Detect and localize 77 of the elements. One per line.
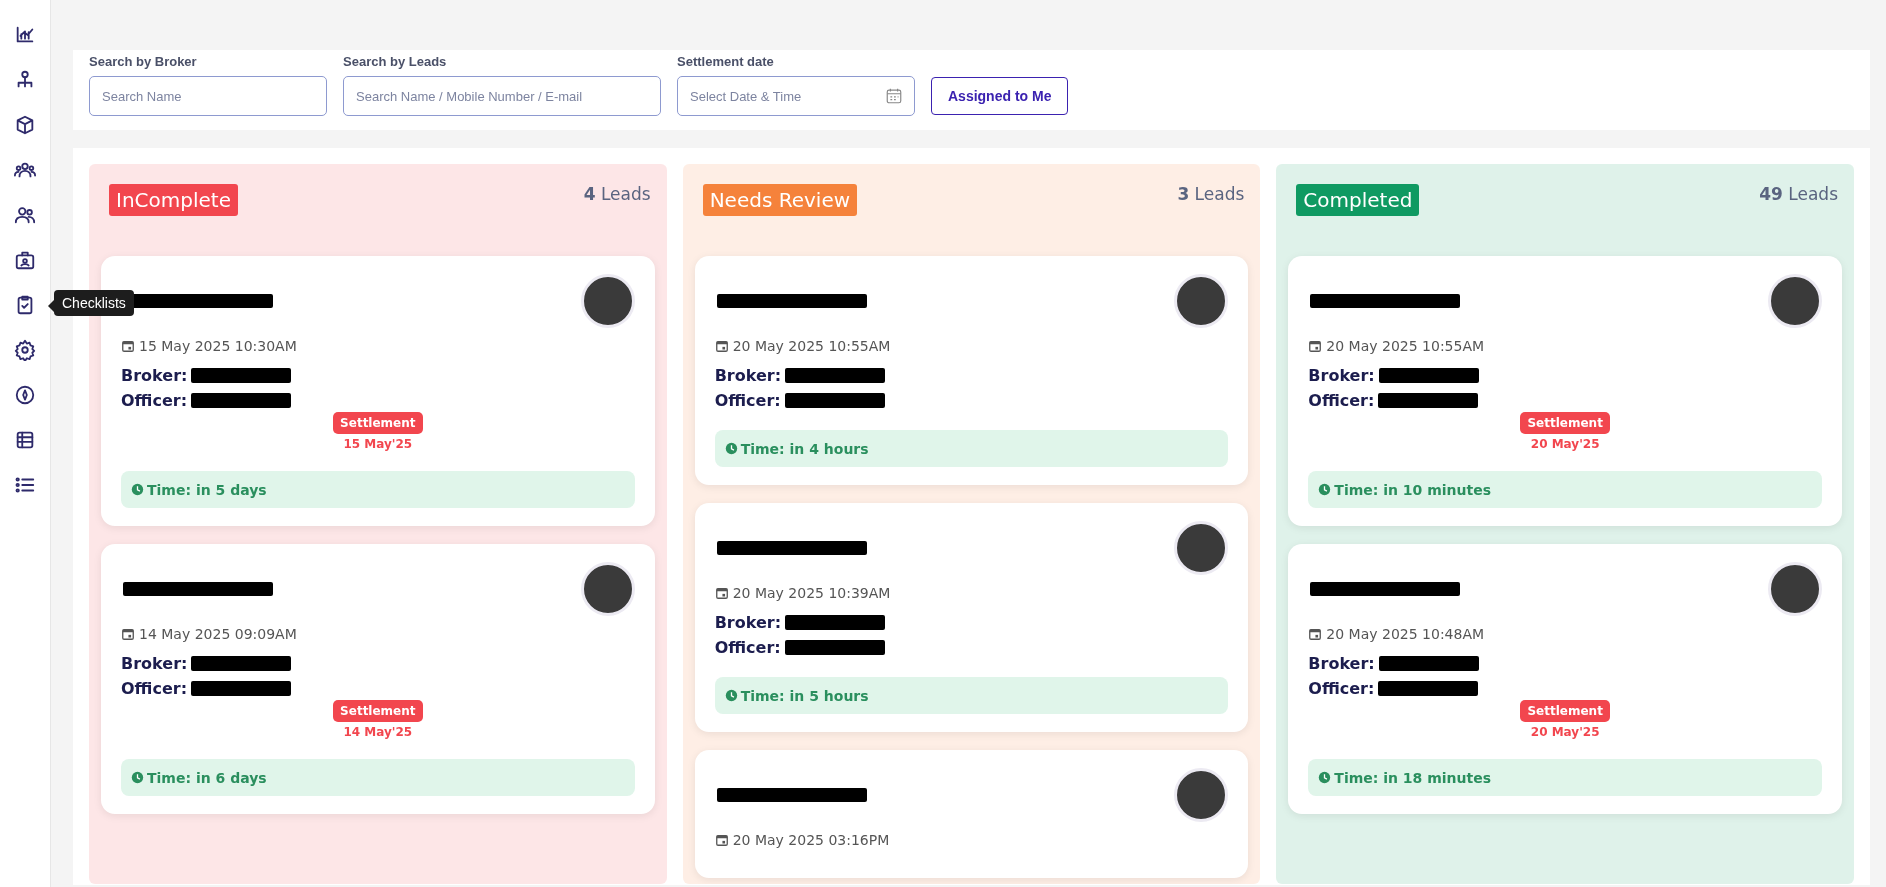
broker-label: Broker: — [121, 654, 188, 673]
settlement-date: 14 May'25 — [343, 725, 413, 739]
calendar-icon — [1308, 339, 1323, 353]
lead-card[interactable]: 20 May 2025 10:55AM Broker: Officer: Time: in 4 hours — [694, 256, 1249, 485]
broker-label: Broker: — [1308, 366, 1375, 385]
lead-card[interactable]: 20 May 2025 10:48AM Broker: Officer: Settlement 20 May'25 Time: in 18 minutes — [1288, 544, 1842, 814]
lead-date: 20 May 2025 10:48AM — [1326, 626, 1485, 642]
calendar-icon — [1308, 627, 1323, 641]
tooltip-pointer-icon — [48, 300, 54, 312]
lead-count: 49 Leads — [1759, 184, 1838, 204]
clock-icon — [131, 483, 144, 496]
search-field[interactable]: Search Name / Mobile Number / E-mail — [343, 76, 661, 116]
avatar — [1768, 274, 1822, 328]
clock-icon — [724, 442, 738, 455]
calendar-icon — [121, 339, 135, 353]
field-label: Search by Broker — [89, 54, 198, 69]
officer-label: Officer: — [714, 638, 781, 657]
lead-count: 3 Leads — [1177, 184, 1245, 204]
lead-date: 20 May 2025 10:55AM — [732, 338, 891, 354]
broker-label: Broker: — [714, 366, 782, 385]
lead-date: 20 May 2025 10:39AM — [732, 585, 891, 601]
status-label: Needs Review — [702, 184, 858, 216]
time-remaining: Time: in 4 hours — [740, 440, 869, 457]
lead-date: 20 May 2025 03:16PM — [732, 832, 890, 848]
settlement-date: 20 May'25 — [1530, 437, 1600, 451]
status-label: InComplete — [109, 184, 238, 216]
search-field[interactable]: Search Name — [89, 76, 327, 116]
lead-card[interactable]: 20 May 2025 10:39AM Broker: Officer: Time: in 5 hours — [694, 503, 1249, 732]
settlement-badge: Settlement — [1520, 700, 1610, 722]
officer-label: Officer: — [121, 679, 188, 698]
lead-date: 15 May 2025 10:30AM — [139, 338, 297, 354]
compass-icon[interactable] — [14, 384, 36, 406]
assigned-to-me-button[interactable]: Assigned to Me — [931, 77, 1069, 115]
date-field[interactable]: Select Date & Time — [677, 76, 915, 116]
avatar — [1768, 562, 1822, 616]
broker-label: Broker: — [1308, 654, 1375, 673]
list-icon[interactable] — [14, 474, 36, 496]
id-badge-icon[interactable] — [14, 249, 36, 271]
lead-card[interactable]: 20 May 2025 10:55AM Broker: Officer: Settlement 20 May'25 Time: in 10 minutes — [1288, 256, 1842, 526]
time-remaining: Time: in 10 minutes — [1334, 481, 1492, 498]
time-remaining: Time: in 5 hours — [740, 687, 869, 704]
lead-card[interactable]: 14 May 2025 09:09AM Broker: Officer: Settlement 14 May'25 Time: in 6 days — [101, 544, 655, 814]
time-remaining: Time: in 5 days — [147, 481, 267, 498]
field-label: Search by Leads — [343, 54, 448, 69]
officer-label: Officer: — [121, 391, 188, 410]
table-icon[interactable] — [14, 429, 36, 451]
settlement-badge: Settlement — [333, 700, 423, 722]
lead-count: 4 Leads — [583, 184, 651, 204]
users-icon[interactable] — [14, 204, 36, 226]
calendar-icon — [121, 627, 135, 641]
broker-label: Broker: — [714, 613, 782, 632]
clock-icon — [131, 771, 144, 784]
time-remaining: Time: in 18 minutes — [1334, 769, 1492, 786]
calendar-icon — [714, 339, 729, 353]
officer-label: Officer: — [1308, 391, 1375, 410]
lead-card[interactable]: 20 May 2025 03:16PM — [694, 750, 1249, 878]
settlement-badge: Settlement — [333, 412, 423, 434]
officer-label: Officer: — [1308, 679, 1375, 698]
tooltip: Checklists — [54, 290, 134, 316]
field-label: Settlement date — [677, 54, 775, 69]
settings-icon[interactable] — [14, 339, 36, 361]
cube-icon[interactable] — [14, 114, 36, 136]
lead-date: 14 May 2025 09:09AM — [139, 626, 297, 642]
broker-label: Broker: — [121, 366, 188, 385]
clock-icon — [1318, 483, 1332, 496]
clock-icon — [1318, 771, 1332, 784]
status-label: Completed — [1296, 184, 1420, 216]
lead-date: 20 May 2025 10:55AM — [1326, 338, 1485, 354]
calendar-icon[interactable] — [885, 87, 903, 105]
time-remaining: Time: in 6 days — [147, 769, 267, 786]
settlement-date: 15 May'25 — [343, 437, 413, 451]
officer-label: Officer: — [714, 391, 781, 410]
settlement-badge: Settlement — [1520, 412, 1610, 434]
calendar-icon — [714, 833, 729, 847]
clock-icon — [724, 689, 738, 702]
settlement-date: 20 May'25 — [1530, 725, 1600, 739]
calendar-icon — [714, 586, 729, 600]
